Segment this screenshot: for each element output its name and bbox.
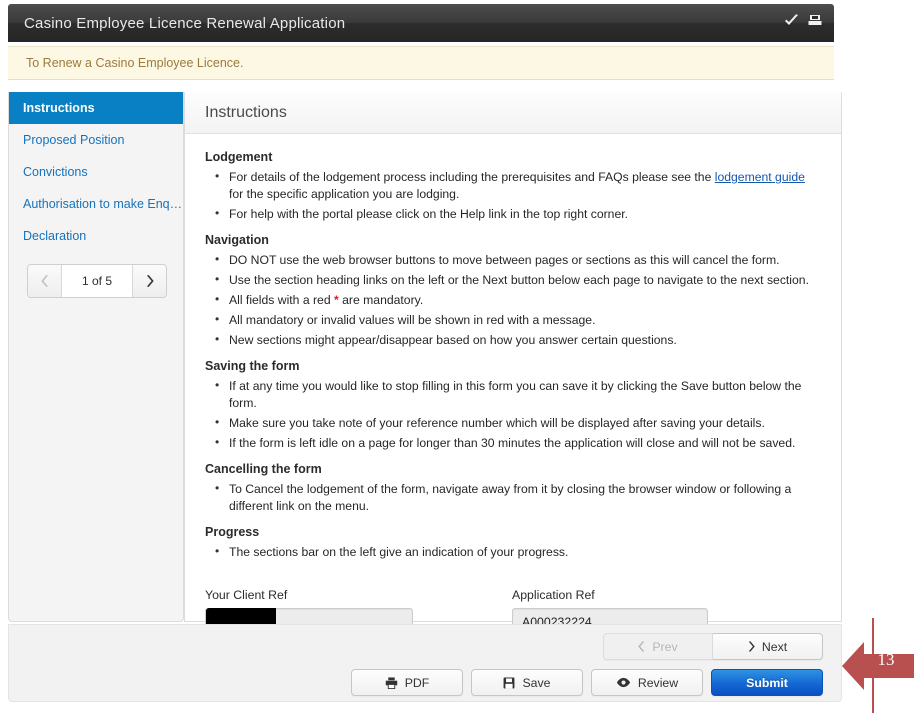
sidebar-item-label: Instructions <box>23 101 95 115</box>
section-bullet-list: The sections bar on the left give an ind… <box>205 543 819 561</box>
main-heading: Instructions <box>205 103 287 121</box>
annotation-callout: 13 <box>840 618 916 713</box>
form-action-buttons: PDF Save Review Submit <box>351 669 823 696</box>
submit-button[interactable]: Submit <box>711 669 823 696</box>
save-button[interactable]: Save <box>471 669 583 696</box>
section-title: Cancelling the form <box>205 462 322 476</box>
bullet-text: If the form is left idle on a page for l… <box>229 436 796 450</box>
bullet-text: All mandatory or invalid values will be … <box>229 313 596 327</box>
printer-icon <box>385 676 397 689</box>
instructions-body: Lodgement For details of the lodgement pr… <box>185 134 841 561</box>
page-nav-buttons: Prev Next <box>603 633 823 660</box>
pager-position-label: 1 of 5 <box>62 265 132 297</box>
form-footer: Prev Next PDF Save Review Submit <box>8 624 842 702</box>
title-bar-tools <box>784 14 822 32</box>
section-title: Progress <box>205 525 260 539</box>
bullet-text: If at any time you would like to stop fi… <box>229 379 802 410</box>
sidebar-item-label: Proposed Position <box>23 133 125 147</box>
section-bullet-list: DO NOT use the web browser buttons to mo… <box>205 251 819 349</box>
review-button-label: Review <box>637 675 679 690</box>
section-bullet-list: To Cancel the lodgement of the form, nav… <box>205 480 819 515</box>
save-disk-icon[interactable] <box>808 14 822 32</box>
sidebar-item-authorisation-to-make-enq[interactable]: Authorisation to make Enq… <box>9 188 183 220</box>
sidebar-item-label: Declaration <box>23 229 87 243</box>
bullet-text: For help with the portal please click on… <box>229 207 629 221</box>
bullet-text: DO NOT use the web browser buttons to mo… <box>229 253 780 267</box>
client-ref-label: Your Client Ref <box>205 588 288 602</box>
sidebar-item-instructions[interactable]: Instructions <box>9 92 183 124</box>
pager-prev-button[interactable] <box>28 265 62 297</box>
bullet-item: Use the section heading links on the lef… <box>205 271 819 289</box>
section-bullet-list: If at any time you would like to stop fi… <box>205 377 819 452</box>
main-panel: Instructions Lodgement For details of the… <box>184 92 842 635</box>
bullet-text: Use the section heading links on the lef… <box>229 273 809 287</box>
prev-button[interactable]: Prev <box>603 633 713 660</box>
bullet-item: Make sure you take note of your referenc… <box>205 414 819 432</box>
section-title: Lodgement <box>205 150 273 164</box>
bullet-text: New sections might appear/disappear base… <box>229 333 677 347</box>
save-disk-icon <box>504 677 515 688</box>
bullet-item: New sections might appear/disappear base… <box>205 331 819 349</box>
section-bullet-list: For details of the lodgement process inc… <box>205 168 819 223</box>
sidebar-item-label: Convictions <box>23 165 88 179</box>
pager-next-button[interactable] <box>132 265 166 297</box>
bullet-text: Make sure you take note of your referenc… <box>229 416 765 430</box>
next-button-label: Next <box>761 639 788 654</box>
sidebar-item-declaration[interactable]: Declaration <box>9 220 183 252</box>
page-title: Casino Employee Licence Renewal Applicat… <box>24 14 346 32</box>
bullet-text: The sections bar on the left give an ind… <box>229 545 569 559</box>
section-title: Saving the form <box>205 359 300 373</box>
prev-button-label: Prev <box>652 639 678 654</box>
application-ref-label: Application Ref <box>512 588 595 602</box>
annotation-number: 13 <box>877 650 895 669</box>
sidebar-item-label: Authorisation to make Enq… <box>23 197 183 211</box>
bullet-item: To Cancel the lodgement of the form, nav… <box>205 480 819 515</box>
sidebar-item-convictions[interactable]: Convictions <box>9 156 183 188</box>
bullet-item: If the form is left idle on a page for l… <box>205 434 819 452</box>
bullet-item: DO NOT use the web browser buttons to mo… <box>205 251 819 269</box>
eye-icon <box>616 677 630 688</box>
sidebar-item-proposed-position[interactable]: Proposed Position <box>9 124 183 156</box>
bullet-item: If at any time you would like to stop fi… <box>205 377 819 412</box>
pdf-button[interactable]: PDF <box>351 669 463 696</box>
application-page: Casino Employee Licence Renewal Applicat… <box>0 0 916 713</box>
bullet-text: To Cancel the lodgement of the form, nav… <box>229 482 792 513</box>
bullet-item: All mandatory or invalid values will be … <box>205 311 819 329</box>
section-pager: 1 of 5 <box>27 264 167 298</box>
window-title-bar: Casino Employee Licence Renewal Applicat… <box>8 4 834 42</box>
submit-button-label: Submit <box>746 675 788 690</box>
bullet-item: All fields with a red * are mandatory. <box>205 291 819 309</box>
section-nav-list: Instructions Proposed Position Convictions… <box>9 92 183 252</box>
section-title: Navigation <box>205 233 269 247</box>
main-panel-header: Instructions <box>185 92 841 134</box>
bullet-text-tail: for the specific application you are lod… <box>229 187 460 201</box>
bullet-text: For details of the lodgement process inc… <box>229 170 715 184</box>
bullet-text-tail: are mandatory. <box>338 293 424 307</box>
check-icon[interactable] <box>784 14 799 32</box>
bullet-item: For details of the lodgement process inc… <box>205 168 819 203</box>
bullet-item: The sections bar on the left give an ind… <box>205 543 819 561</box>
review-button[interactable]: Review <box>591 669 703 696</box>
notice-text: To Renew a Casino Employee Licence. <box>26 56 244 70</box>
notice-banner: To Renew a Casino Employee Licence. <box>8 46 834 80</box>
lodgement-guide-link[interactable]: lodgement guide <box>715 170 805 184</box>
save-button-label: Save <box>522 675 551 690</box>
bullet-item: For help with the portal please click on… <box>205 205 819 223</box>
pdf-button-label: PDF <box>404 675 430 690</box>
next-button[interactable]: Next <box>713 633 823 660</box>
bullet-text: All fields with a red <box>229 293 334 307</box>
section-sidebar: Instructions Proposed Position Convictions… <box>8 92 184 622</box>
